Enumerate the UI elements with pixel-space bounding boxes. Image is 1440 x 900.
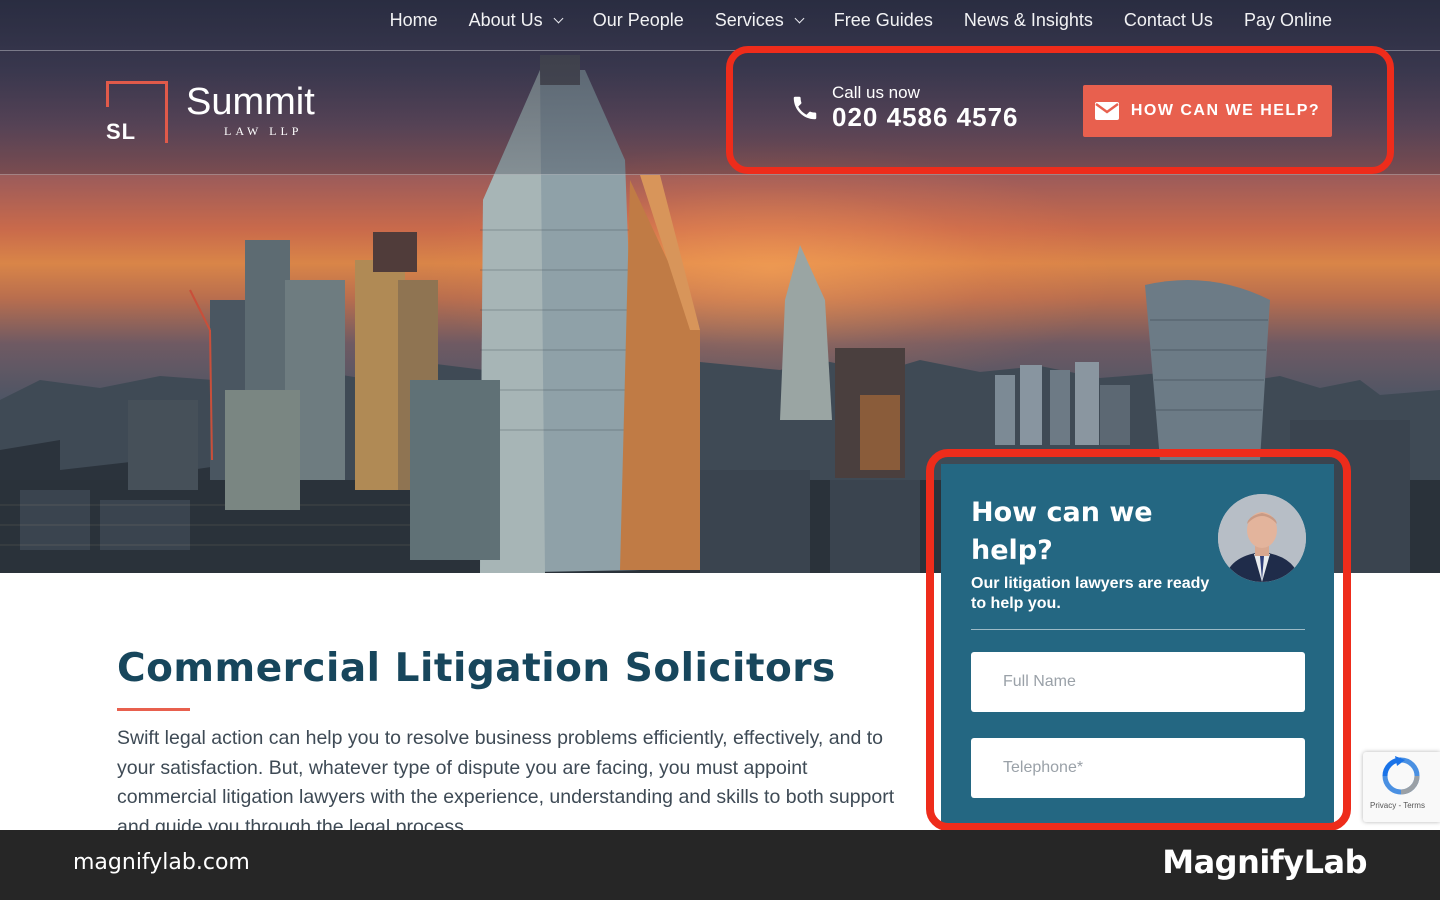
chevron-down-icon — [553, 13, 564, 24]
nav-label: News & Insights — [963, 10, 1093, 30]
nav-item-contact-us[interactable]: Contact Us — [1124, 10, 1213, 31]
nav-label: Services — [714, 10, 784, 30]
nav-item-about-us[interactable]: About Us — [468, 10, 564, 31]
footer-brand: MagnifyLab — [1162, 843, 1367, 881]
logo-frame-left — [106, 81, 109, 107]
title-underline — [117, 708, 190, 711]
form-highlight — [926, 449, 1351, 831]
logo-name: Summit — [186, 81, 315, 123]
nav-label: Contact Us — [1123, 10, 1213, 30]
intro-paragraph: Swift legal action can help you to resol… — [117, 727, 895, 830]
logo-subtitle: LAW LLP — [224, 124, 303, 138]
header-contact-highlight — [726, 46, 1394, 174]
main-navigation: Home About Us Our People Services Free G… — [390, 10, 1332, 31]
page-title: Commercial Litigation Solicitors — [117, 646, 836, 691]
site-logo[interactable]: SL Summit LAW LLP — [106, 81, 346, 145]
nav-item-home[interactable]: Home — [390, 10, 438, 31]
nav-item-pay-online[interactable]: Pay Online — [1244, 10, 1332, 31]
nav-label: Our People — [592, 10, 684, 30]
footer-url[interactable]: magnifylab.com — [73, 850, 250, 875]
nav-label: Home — [389, 10, 438, 30]
header-divider — [0, 174, 1440, 175]
chevron-down-icon — [794, 13, 805, 24]
nav-label: Pay Online — [1243, 10, 1332, 30]
nav-label: About Us — [468, 10, 543, 30]
recaptcha-icon — [1382, 756, 1420, 795]
recaptcha-badge[interactable]: Privacy - Terms — [1363, 752, 1440, 822]
recaptcha-links[interactable]: Privacy - Terms — [1370, 801, 1425, 810]
nav-label: Free Guides — [833, 10, 933, 30]
footer-bar: magnifylab.com MagnifyLab — [0, 830, 1440, 900]
nav-item-news-insights[interactable]: News & Insights — [964, 10, 1093, 31]
nav-item-services[interactable]: Services — [714, 10, 805, 31]
nav-item-our-people[interactable]: Our People — [593, 10, 684, 31]
logo-monogram: SL — [106, 119, 137, 144]
nav-item-free-guides[interactable]: Free Guides — [834, 10, 933, 31]
